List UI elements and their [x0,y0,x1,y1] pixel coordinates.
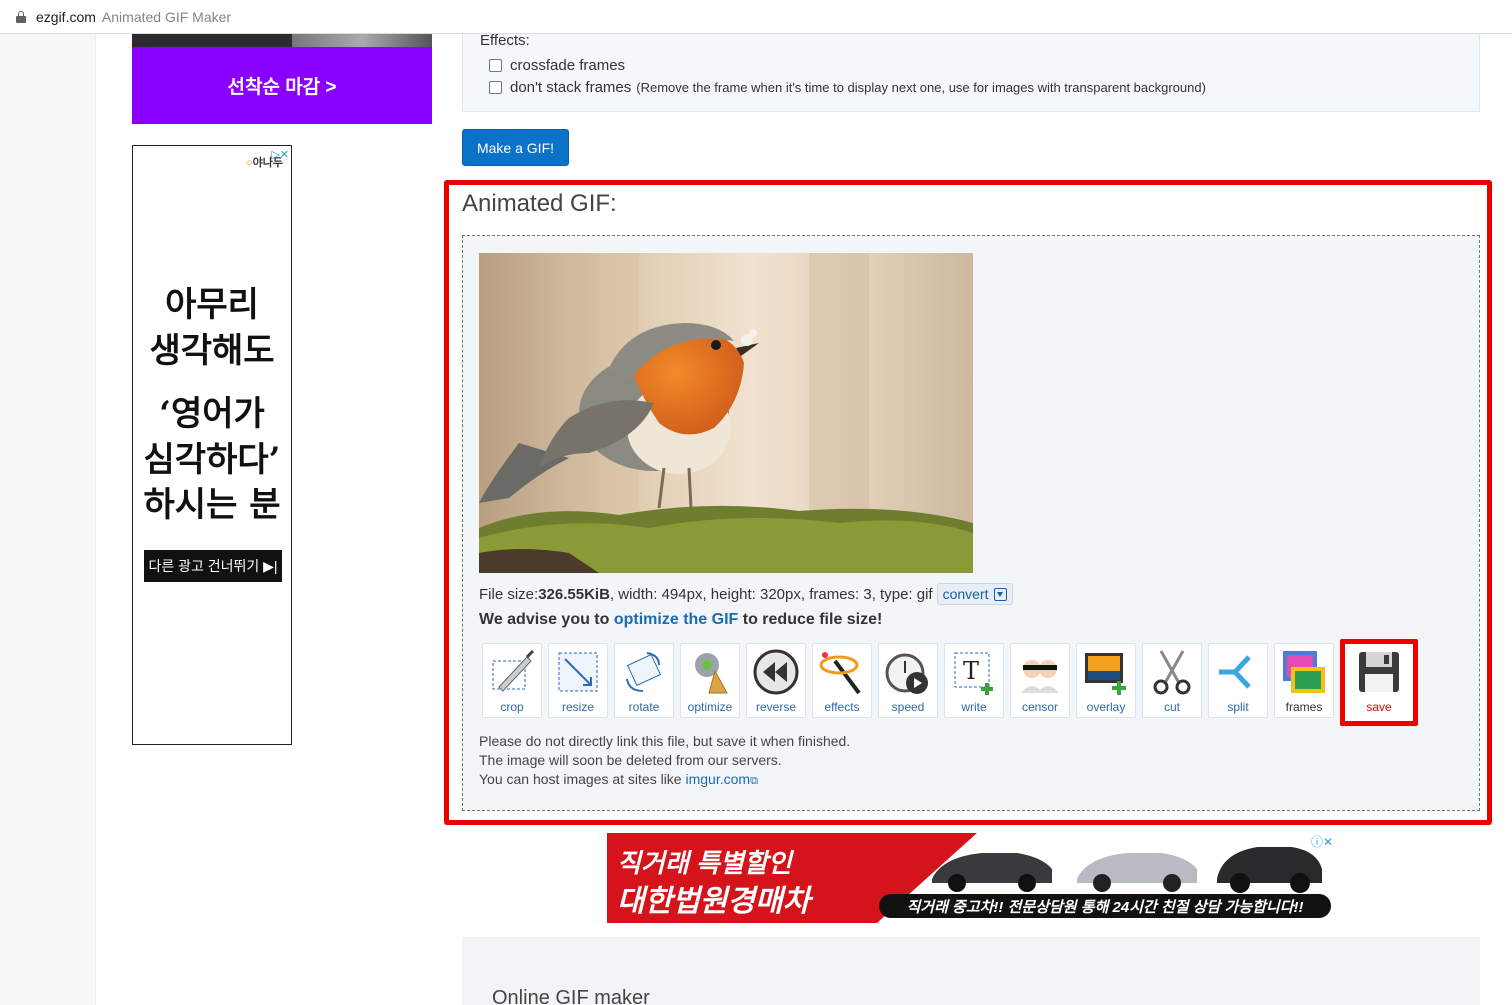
ad-headline-2: 생각해도 [149,331,275,371]
ad-close-icon[interactable]: ⓘ✕ [1308,833,1335,850]
ad-banner-cars[interactable]: 직거래 특별할인 대한법원경매차 직거래 중고차!! 전문상담원 통해 24시간… [607,833,1335,923]
dont-stack-label: don't stack frames [510,79,632,96]
ad-cta-text: 선착순 마감 > [227,77,337,98]
ad-car-line1: 직거래 특별할인 [617,848,792,878]
ad-skip-button[interactable]: 다른 광고 건너뛰기 ▶| [144,550,282,582]
dont-stack-option[interactable]: don't stack frames (Remove the frame whe… [489,79,1206,96]
dont-stack-checkbox[interactable] [489,81,502,94]
car-images [932,847,1322,893]
crossfade-option[interactable]: crossfade frames [489,57,625,74]
next-section-title: Online GIF maker [492,987,650,1005]
highlight-frame [444,180,1492,825]
effects-panel: Effects: crossfade frames don't stack fr… [462,32,1480,112]
ad-banner-purple[interactable]: 선착순 마감 > [132,34,432,124]
ad-banner-tall[interactable]: ▷✕ ○야나두 아무리 생각해도 ‘영어가 심각하다’ 하시는 분 다른 광고 … [132,145,292,745]
next-section: Online GIF maker [462,937,1480,1005]
crossfade-checkbox[interactable] [489,59,502,72]
ad-brand-logo: ○야나두 [245,157,283,169]
ad-headline-1: 아무리 [165,285,259,325]
url-page-title: Animated GIF Maker [101,8,232,25]
ad-car-bar: 직거래 중고차!! 전문상담원 통해 24시간 친절 상담 가능합니다!! [879,894,1331,918]
ad-headline-3: ‘영어가 [159,394,265,434]
make-gif-button[interactable]: Make a GIF! [462,129,569,166]
ad-image-strip [132,34,432,47]
effects-label: Effects: [480,32,530,49]
left-gutter [0,34,96,1005]
dont-stack-note: (Remove the frame when it's time to disp… [636,80,1206,95]
lock-icon [16,10,26,23]
ad-car-line2: 대한법원경매차 [617,885,811,918]
ad-headline-4: 심각하다’ [143,440,281,480]
browser-address-bar[interactable]: ezgif.com Animated GIF Maker [0,0,1512,34]
crossfade-label: crossfade frames [510,57,626,74]
ad-headline-5: 하시는 분 [143,485,281,525]
url-domain: ezgif.com [36,8,96,25]
